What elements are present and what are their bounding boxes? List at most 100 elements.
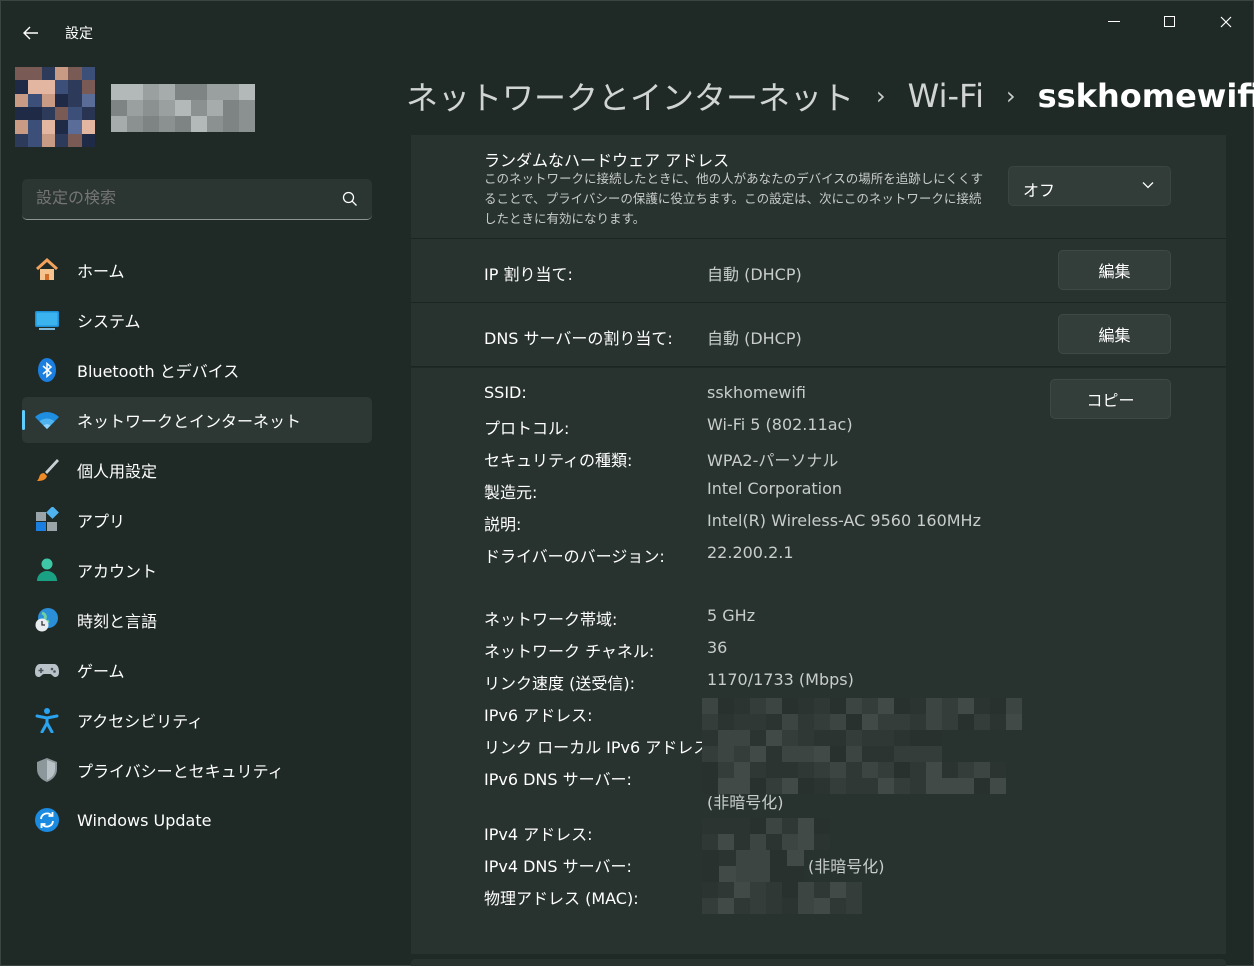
sidebar-item-label: ホーム [77,262,125,281]
sidebar-item-label: Windows Update [77,810,212,830]
home-icon [34,257,60,283]
system-monitor-icon [34,307,60,333]
ip-assignment-row: IP 割り当て: 自動 (DHCP) 編集 [411,239,1226,303]
account-icon [34,557,60,583]
maximize-icon [1164,16,1175,27]
chevron-down-icon [1142,182,1154,189]
sidebar-item-label: ネットワークとインターネット [77,412,302,431]
manufacturer-label: 製造元: [484,483,538,502]
sidebar-item-label: Bluetooth とデバイス [77,362,240,381]
ipv6-address-label: IPv6 アドレス: [484,706,593,725]
link-local-ipv6-redacted [702,730,942,762]
random-mac-title: ランダムなハードウェア アドレス [484,151,730,170]
mac-address-redacted [702,882,862,914]
accessibility-icon [34,707,60,733]
next-card-edge [411,959,1226,966]
dns-assignment-row: DNS サーバーの割り当て: 自動 (DHCP) 編集 [411,303,1226,367]
ipv4-address-redacted [702,818,830,850]
close-icon [1220,16,1232,28]
chevron-right-icon: › [876,82,886,110]
chevron-right-icon: › [1005,82,1016,110]
ip-assignment-label: IP 割り当て: [484,265,573,284]
settings-card: ランダムなハードウェア アドレス このネットワークに接続したときに、他の人があな… [411,135,1226,367]
ipv4-dns-redacted [702,850,804,882]
bluetooth-icon [34,357,60,383]
dns-assignment-value: 自動 (DHCP) [707,329,802,348]
breadcrumb: ネットワークとインターネット › Wi-Fi › sskhomewifi [406,71,1254,121]
back-button[interactable] [15,19,47,47]
sidebar-item-system[interactable]: システム [22,297,372,343]
minimize-button[interactable] [1091,7,1137,37]
random-mac-description: このネットワークに接続したときに、他の人があなたのデバイスの場所を追跡しにくくす… [484,171,984,226]
ipv4-address-label: IPv4 アドレス: [484,825,593,844]
close-button[interactable] [1203,7,1249,37]
ip-assignment-value: 自動 (DHCP) [707,265,802,284]
sidebar-item-label: 時刻と言語 [77,612,158,631]
mac-address-label: 物理アドレス (MAC): [484,889,639,908]
ipv4-dns-label: IPv4 DNS サーバー: [484,857,632,876]
sidebar-item-label: システム [77,312,141,331]
sidebar-item-label: アクセシビリティ [77,712,204,731]
network-band-label: ネットワーク帯域: [484,610,618,629]
shield-icon [34,757,60,783]
ipv6-dns-encryption: (非暗号化) [707,793,784,812]
sidebar-item-windows-update[interactable]: Windows Update [22,797,372,843]
globe-clock-icon [34,607,60,633]
breadcrumb-network[interactable]: ネットワークとインターネット [406,73,854,119]
sidebar-item-personalization[interactable]: 個人用設定 [22,447,372,493]
sidebar-item-label: アカウント [77,562,158,581]
copy-button[interactable]: コピー [1050,379,1171,419]
protocol-label: プロトコル: [484,419,570,438]
sidebar-item-label: プライバシーとセキュリティ [77,762,284,781]
search-input[interactable] [36,188,326,207]
ipv6-dns-label: IPv6 DNS サーバー: [484,770,632,789]
gamepad-icon [34,657,60,683]
wifi-icon [34,407,60,433]
user-name-redacted [111,84,255,132]
sidebar-item-label: 個人用設定 [77,462,158,481]
ip-edit-button[interactable]: 編集 [1058,250,1171,290]
sidebar-item-apps[interactable]: アプリ [22,497,372,543]
driver-version-label: ドライバーのバージョン: [484,547,665,566]
network-channel-label: ネットワーク チャネル: [484,642,655,661]
wifi-properties-panel: ランダムなハードウェア アドレス このネットワークに接続したときに、他の人があな… [411,135,1226,954]
maximize-button[interactable] [1147,7,1193,37]
ipv6-address-redacted [702,698,1022,730]
app-title: 設定 [65,26,93,42]
paintbrush-icon [34,457,60,483]
apps-icon [34,507,60,533]
description-label: 説明: [484,515,522,534]
dropdown-value: オフ [1023,181,1056,200]
security-value: WPA2-パーソナル [707,451,839,470]
network-band-value: 5 GHz [707,606,756,625]
settings-window: 設定 ホーム システム [0,0,1254,966]
sidebar-item-gaming[interactable]: ゲーム [22,647,372,693]
windows-update-icon [34,807,60,833]
connection-properties-card: コピー SSID: sskhomewifi プロトコル: Wi-Fi 5 (80… [411,368,1226,954]
sidebar-item-time-language[interactable]: 時刻と言語 [22,597,372,643]
protocol-value: Wi-Fi 5 (802.11ac) [707,415,853,434]
sidebar-item-network[interactable]: ネットワークとインターネット [22,397,372,443]
sidebar-item-privacy[interactable]: プライバシーとセキュリティ [22,747,372,793]
sidebar-item-accessibility[interactable]: アクセシビリティ [22,697,372,743]
network-channel-value: 36 [707,638,728,657]
dns-edit-button[interactable]: 編集 [1058,314,1171,354]
random-mac-dropdown[interactable]: オフ [1008,166,1171,206]
sidebar-item-home[interactable]: ホーム [22,247,372,293]
security-label: セキュリティの種類: [484,451,633,470]
ssid-label: SSID: [484,383,527,402]
ipv4-dns-encryption: (非暗号化) [808,857,885,876]
link-speed-value: 1170/1733 (Mbps) [707,670,854,689]
search-icon [342,191,357,206]
title-bar: 設定 [1,1,1253,57]
sidebar-item-bluetooth[interactable]: Bluetooth とデバイス [22,347,372,393]
breadcrumb-wifi[interactable]: Wi-Fi [908,77,984,115]
minimize-icon [1108,21,1120,22]
page-title: sskhomewifi [1037,77,1254,115]
search-box[interactable] [22,179,372,220]
manufacturer-value: Intel Corporation [707,479,843,498]
sidebar-item-accounts[interactable]: アカウント [22,547,372,593]
link-speed-label: リンク速度 (送受信): [484,674,635,693]
description-value: Intel(R) Wireless-AC 9560 160MHz [707,511,981,530]
random-mac-row: ランダムなハードウェア アドレス このネットワークに接続したときに、他の人があな… [411,135,1226,239]
